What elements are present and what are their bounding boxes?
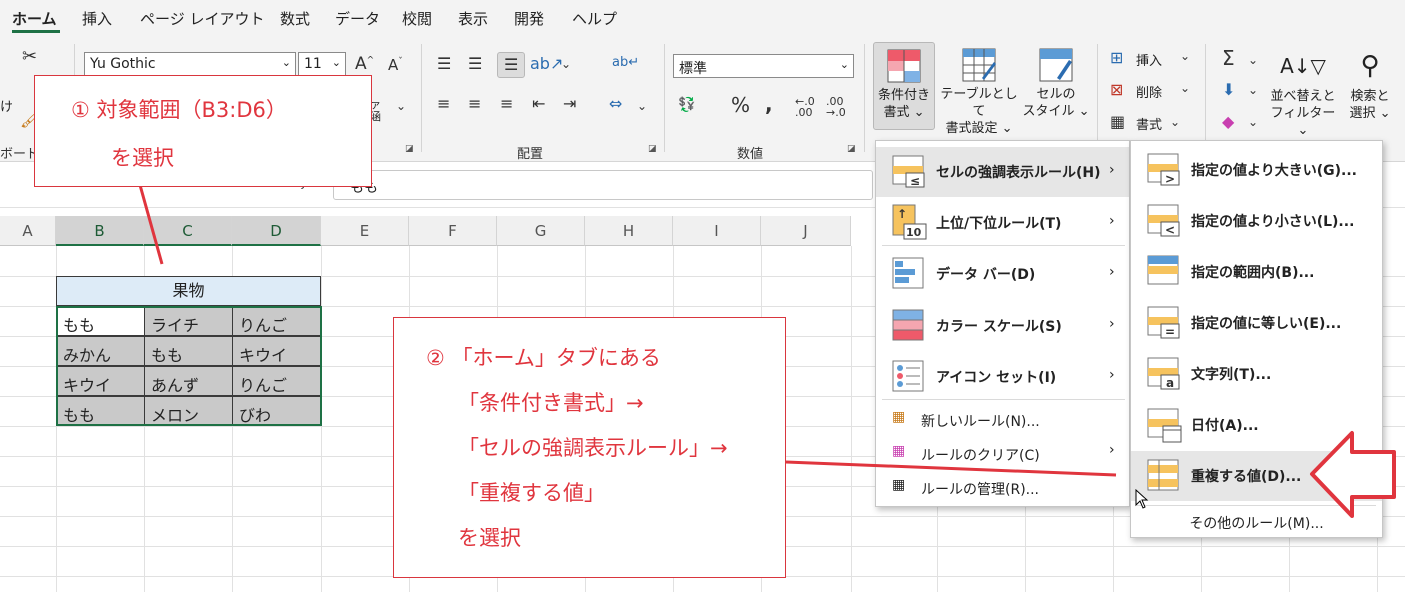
annotation-pointer-line-2: [785, 460, 1117, 477]
annotation-note-2-line: 「セルの強調表示ルール」→: [458, 436, 728, 460]
annotation-note-2-line: を選択: [458, 526, 521, 550]
annotation-note-2-line: ② 「ホーム」タブにある: [426, 346, 661, 370]
annotation-note-1: ① 対象範囲（B3:D6） を選択: [34, 75, 372, 187]
annotation-note-1-line: ① 対象範囲（B3:D6）: [71, 98, 287, 122]
annotation-note-1-line: を選択: [111, 146, 174, 170]
annotation-arrow-icon: [1310, 431, 1396, 518]
annotation-pointer-line-1: [138, 184, 164, 265]
annotation-note-2: ② 「ホーム」タブにある 「条件付き書式」→ 「セルの強調表示ルール」→ 「重複…: [393, 317, 786, 578]
annotation-note-2-line: 「重複する値」: [458, 481, 605, 505]
annotation-note-2-line: 「条件付き書式」→: [458, 391, 644, 415]
